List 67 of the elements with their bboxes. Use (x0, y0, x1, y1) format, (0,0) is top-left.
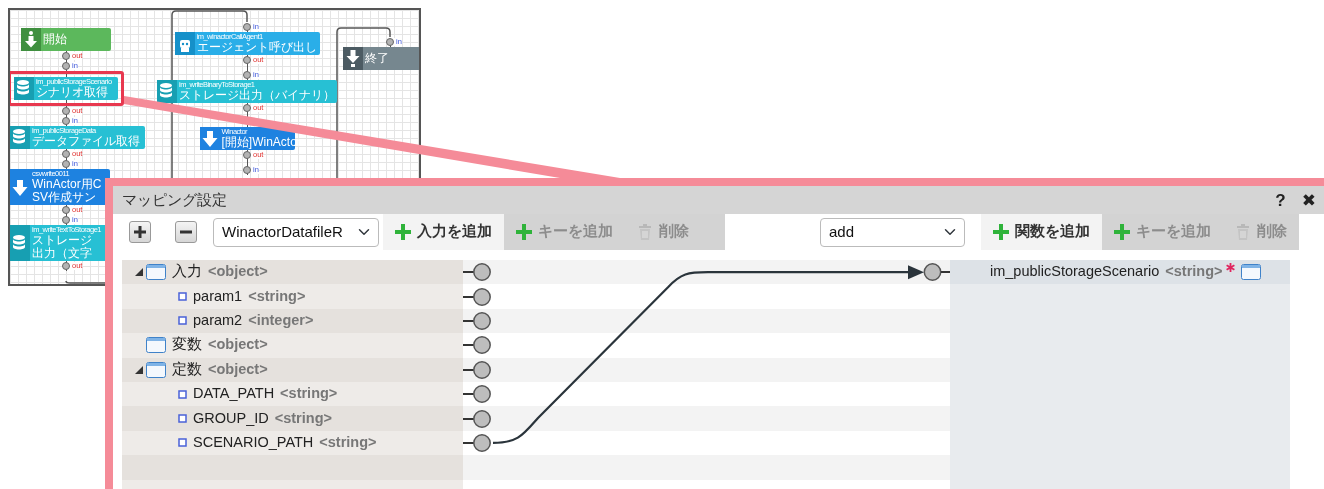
minus-button[interactable] (175, 221, 197, 243)
field-name: DATA_PATH (193, 384, 275, 404)
flow-node[interactable]: 終了 (342, 47, 419, 70)
plus-icon (395, 224, 411, 240)
node-label: データファイル取得 (32, 135, 140, 148)
down-arrow-icon (201, 129, 218, 148)
node-label: エージェント呼び出し (196, 41, 317, 54)
expanded-icon[interactable] (135, 365, 143, 374)
dropdown[interactable]: add (820, 217, 965, 247)
tree-row[interactable]: param1 <string> (122, 284, 463, 309)
field-type: <integer> (248, 311, 314, 331)
tree-row[interactable]: DATA_PATH <string> (122, 381, 463, 407)
field-type: <object> (208, 359, 268, 379)
field-icon (178, 438, 187, 448)
add-button[interactable]: 入力を追加 (383, 214, 504, 250)
tree-row[interactable]: 定数 <object> (122, 357, 463, 382)
tree-row[interactable]: 変数 <object> (122, 333, 463, 358)
field-icon (178, 316, 187, 326)
field-type: <object> (208, 262, 268, 282)
field-name: 入力 (172, 262, 202, 282)
tree-row[interactable]: GROUP_ID <string> (122, 406, 463, 431)
tree-row[interactable]: param2 <integer> (122, 308, 463, 334)
end-arrow-icon (344, 49, 361, 68)
expanded-icon[interactable] (135, 268, 143, 277)
close-button[interactable]: ✖ (1301, 191, 1316, 209)
field-icon (178, 414, 187, 424)
add-button[interactable]: 関数を追加 (981, 214, 1102, 250)
node-label: シナリオ取得 (36, 86, 108, 99)
field-type: <string> (319, 433, 377, 453)
node-label: WinActor用CSV作成サン (32, 178, 103, 204)
field-icon (178, 292, 187, 302)
plus-icon (993, 224, 1009, 240)
object-icon (1241, 264, 1262, 281)
field-name: 定数 (172, 359, 202, 379)
field-icon (178, 389, 187, 399)
plus-icon (134, 226, 146, 238)
down-arrow-icon (23, 30, 39, 49)
field-name: GROUP_ID (193, 408, 269, 428)
plus-button[interactable] (129, 221, 151, 243)
plus-icon (516, 224, 532, 240)
node-label: 終了 (364, 52, 389, 65)
object-icon (146, 264, 166, 281)
down-arrow-icon (12, 177, 28, 197)
field-name: 変数 (172, 335, 202, 355)
target-row[interactable]: im_publicStorageScenario <string> (950, 260, 1290, 285)
object-icon (146, 337, 166, 354)
help-button[interactable]: ? (1275, 191, 1286, 209)
field-type: <string> (1165, 262, 1223, 282)
field-type: <string> (248, 286, 306, 306)
plus-icon (1114, 224, 1130, 240)
node-label: ストレージ出力（文字 (32, 234, 92, 260)
dropdown[interactable]: WinactorDatafileR (213, 217, 379, 247)
field-name: im_publicStorageScenario (990, 262, 1160, 282)
field-type: <object> (208, 335, 268, 355)
tree-row[interactable]: 入力 <object> (122, 260, 463, 285)
dialog-title: マッピング設定 (122, 189, 227, 210)
tree-row[interactable]: SCENARIO_PATH <string> (122, 430, 463, 456)
field-type: <string> (274, 408, 332, 428)
node-label: ストレージ出力（バイナリ） (179, 89, 335, 102)
trash-icon (1235, 224, 1251, 240)
trash-icon (637, 224, 653, 240)
field-name: param2 (193, 311, 243, 331)
field-type: <string> (280, 384, 338, 404)
object-icon (146, 361, 166, 378)
field-name: param1 (193, 286, 243, 306)
node-label: 開始 (43, 33, 67, 46)
field-name: SCENARIO_PATH (193, 433, 314, 453)
